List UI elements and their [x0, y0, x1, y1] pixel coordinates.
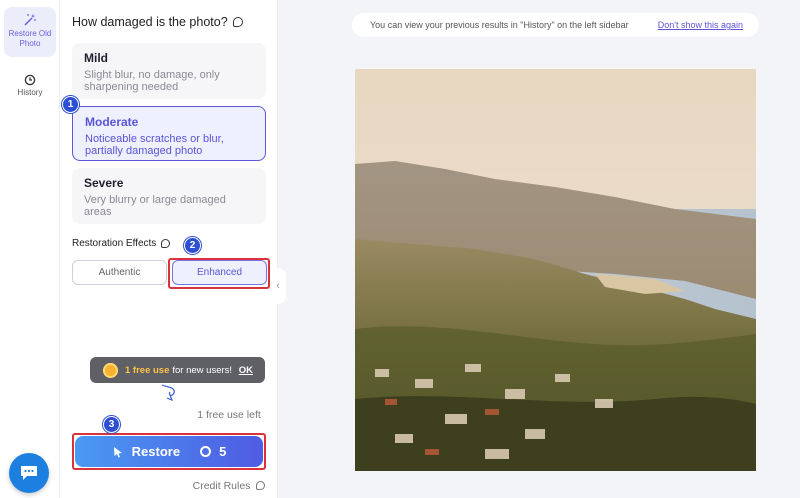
free-use-promo: 1 free use for new users! OK [90, 357, 265, 383]
chevron-left-icon: ‹ [276, 280, 280, 292]
option-mild[interactable]: Mild Slight blur, no damage, only sharpe… [72, 43, 266, 99]
clock-icon [24, 74, 36, 86]
highlight-box-restore [72, 433, 266, 470]
notice-text: You can view your previous results in "H… [370, 20, 629, 30]
rail-item-label: Restore Old Photo [8, 29, 52, 48]
help-icon[interactable] [232, 17, 243, 27]
collapse-panel-button[interactable]: ‹ [270, 268, 286, 304]
option-desc: Slight blur, no damage, only sharpening … [84, 69, 220, 93]
magic-wand-icon [24, 14, 36, 26]
rail-item-label: History [17, 88, 43, 97]
chat-support-button[interactable] [9, 453, 49, 493]
step-badge-1: 1 [62, 96, 79, 113]
damage-question-title: How damaged is the photo? [72, 15, 243, 29]
highlight-box-enhanced [168, 258, 270, 289]
free-uses-left: 1 free use left [197, 409, 261, 421]
rail-item-restore-old-photo[interactable]: Restore Old Photo [4, 7, 56, 57]
settings-panel: How damaged is the photo? Mild Slight bl… [60, 0, 278, 498]
promo-highlight: 1 free use [125, 364, 170, 376]
option-desc: Noticeable scratches or blur, partially … [85, 133, 224, 157]
effect-authentic-button[interactable]: Authentic [72, 260, 167, 285]
option-desc: Very blurry or large damaged areas [84, 194, 226, 218]
step-badge-3: 3 [103, 416, 120, 433]
step-badge-2: 2 [184, 237, 201, 254]
uploaded-photo [355, 69, 756, 471]
option-severe[interactable]: Severe Very blurry or large damaged area… [72, 168, 266, 224]
coastal-town-photo [355, 69, 756, 471]
restoration-effects-label: Restoration Effects [72, 238, 171, 249]
help-icon[interactable] [161, 239, 171, 248]
option-moderate[interactable]: Moderate Noticeable scratches or blur, p… [72, 106, 266, 161]
left-rail: Restore Old Photo History [0, 0, 60, 498]
dont-show-again-link[interactable]: Don't show this again [658, 20, 743, 30]
option-name: Mild [84, 51, 108, 65]
chat-icon [21, 466, 37, 480]
option-name: Severe [84, 176, 124, 190]
promo-text: for new users! [172, 364, 233, 376]
option-name: Moderate [85, 115, 139, 129]
history-notice-bar: You can view your previous results in "H… [352, 13, 759, 37]
help-icon [256, 481, 266, 490]
promo-ok-button[interactable]: OK [239, 365, 253, 376]
coin-icon [103, 362, 118, 378]
effects-label-text: Restoration Effects [72, 238, 157, 249]
panel-title-text: How damaged is the photo? [72, 15, 228, 29]
arrow-doodle-icon [161, 384, 175, 402]
rail-item-history[interactable]: History [4, 68, 56, 100]
credit-rules-link[interactable]: Credit Rules [120, 480, 338, 492]
credit-rules-text: Credit Rules [192, 480, 251, 492]
